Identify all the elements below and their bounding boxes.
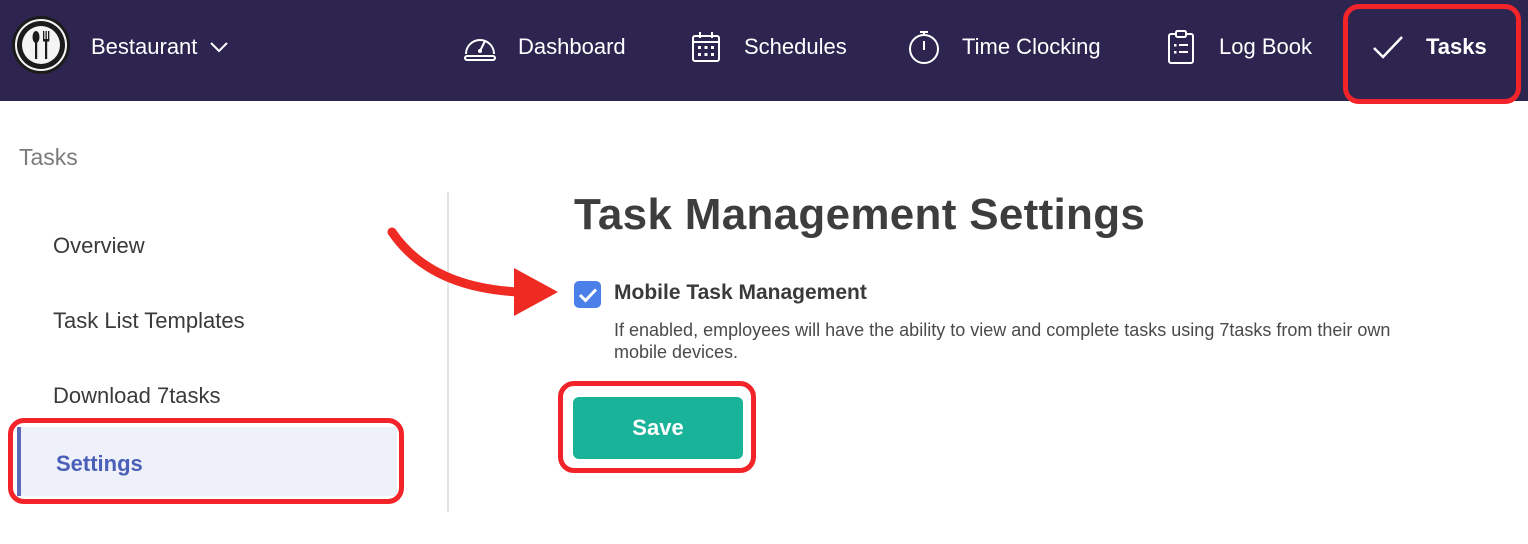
sidebar-item-task-list-templates[interactable]: Task List Templates — [53, 308, 245, 334]
nav-label: Time Clocking — [962, 34, 1101, 59]
nav-log-book[interactable]: Log Book — [1163, 24, 1312, 70]
spoon-fork-icon — [17, 21, 65, 69]
nav-time-clocking[interactable]: Time Clocking — [906, 24, 1101, 70]
sidebar-item-download-7tasks[interactable]: Download 7tasks — [53, 383, 221, 409]
mobile-task-management-checkbox[interactable] — [574, 281, 601, 308]
restaurant-name: Bestaurant — [91, 34, 198, 59]
section-title: Tasks — [19, 144, 78, 170]
top-nav-bar: Bestaurant Dashboard Schedules Time Cloc… — [0, 0, 1528, 101]
nav-tasks[interactable]: Tasks — [1370, 24, 1487, 70]
save-button[interactable]: Save — [573, 397, 743, 459]
chevron-down-icon — [209, 41, 229, 53]
sidebar-item-overview[interactable]: Overview — [53, 233, 145, 259]
nav-dashboard[interactable]: Dashboard — [462, 24, 626, 70]
clipboard-icon — [1163, 29, 1199, 65]
check-icon — [1370, 29, 1406, 65]
dashboard-icon — [462, 29, 498, 65]
sidebar-item-settings[interactable]: Settings — [17, 427, 397, 496]
nav-label: Tasks — [1426, 34, 1487, 59]
nav-label: Log Book — [1219, 34, 1312, 59]
nav-label: Schedules — [744, 34, 847, 59]
annotation-arrow — [387, 227, 558, 316]
stopwatch-icon — [906, 29, 942, 65]
sidebar-item-label: Settings — [56, 451, 143, 476]
restaurant-selector[interactable]: Bestaurant — [91, 31, 229, 63]
calendar-icon — [688, 29, 724, 65]
mobile-task-management-label: Mobile Task Management — [614, 281, 867, 304]
checkmark-icon — [578, 287, 597, 303]
page-title: Task Management Settings — [574, 190, 1146, 239]
restaurant-logo[interactable] — [12, 16, 70, 74]
nav-label: Dashboard — [518, 34, 626, 59]
mobile-task-management-description: If enabled, employees will have the abil… — [614, 320, 1391, 362]
nav-schedules[interactable]: Schedules — [688, 24, 847, 70]
